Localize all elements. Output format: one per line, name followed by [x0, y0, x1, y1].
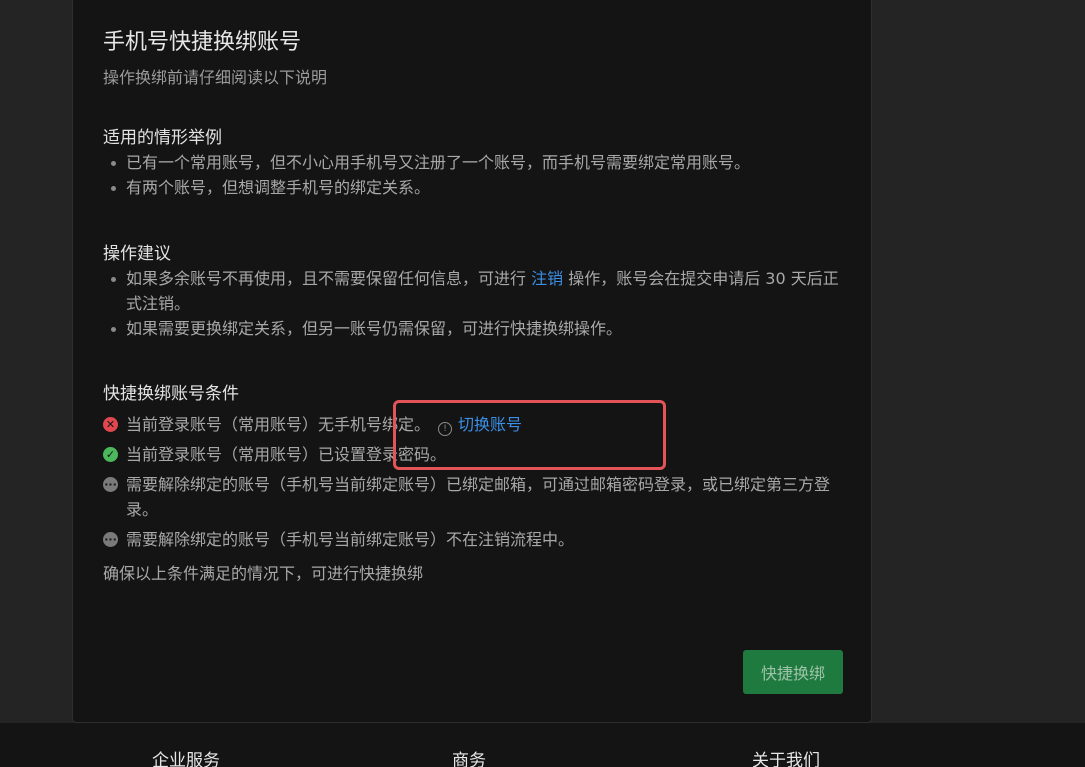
more-circle-icon: ··· [103, 532, 118, 547]
deregister-link[interactable]: 注销 [531, 269, 563, 288]
condition-text: 当前登录账号（常用账号）无手机号绑定。 [126, 415, 431, 434]
check-circle-icon: ✓ [103, 447, 118, 462]
list-item: 有两个账号，但想调整手机号的绑定关系。 [103, 175, 843, 200]
dialog-title: 手机号快捷换绑账号 [103, 30, 302, 55]
footer-link-business[interactable]: 商务 [452, 749, 486, 767]
condition-text: 当前登录账号（常用账号）已设置登录密码。 [126, 445, 447, 464]
rebind-dialog: 手机号快捷换绑账号 操作换绑前请仔细阅读以下说明 适用的情形举例 已有一个常用账… [72, 0, 872, 723]
condition-text: 需要解除绑定的账号（手机号当前绑定账号）不在注销流程中。 [126, 530, 575, 549]
condition-item: ··· 需要解除绑定的账号（手机号当前绑定账号）已绑定邮箱，可通过邮箱密码登录，… [103, 472, 843, 522]
close-circle-icon: ✕ [103, 417, 118, 432]
condition-item: ··· 需要解除绑定的账号（手机号当前绑定账号）不在注销流程中。 [103, 527, 843, 552]
cases-list: 已有一个常用账号，但不小心用手机号又注册了一个账号，而手机号需要绑定常用账号。 … [103, 150, 843, 200]
condition-item: ✓ 当前登录账号（常用账号）已设置登录密码。 [103, 442, 843, 467]
advice-text: 如果多余账号不再使用，且不需要保留任何信息，可进行 [126, 269, 532, 288]
advice-section-title: 操作建议 [103, 244, 171, 264]
list-item: 如果需要更换绑定关系，但另一账号仍需保留，可进行快捷换绑操作。 [103, 316, 843, 341]
condition-text: 需要解除绑定的账号（手机号当前绑定账号）已绑定邮箱，可通过邮箱密码登录，或已绑定… [126, 475, 831, 519]
list-item: 已有一个常用账号，但不小心用手机号又注册了一个账号，而手机号需要绑定常用账号。 [103, 150, 843, 175]
page: 手机号快捷换绑账号 操作换绑前请仔细阅读以下说明 适用的情形举例 已有一个常用账… [0, 0, 1085, 767]
site-footer: 企业服务 商务 关于我们 [0, 723, 1085, 767]
conditions-list: ✕ 当前登录账号（常用账号）无手机号绑定。! 切换账号 ✓ 当前登录账号（常用账号… [103, 412, 843, 557]
dialog-subtitle: 操作换绑前请仔细阅读以下说明 [103, 68, 328, 87]
footer-link-about[interactable]: 关于我们 [752, 749, 820, 767]
conditions-summary: 确保以上条件满足的情况下，可进行快捷换绑 [103, 564, 424, 583]
list-item: 如果多余账号不再使用，且不需要保留任何信息，可进行 注销 操作，账号会在提交申请… [103, 266, 843, 316]
info-icon: ! [438, 422, 453, 436]
advice-list: 如果多余账号不再使用，且不需要保留任何信息，可进行 注销 操作，账号会在提交申请… [103, 266, 843, 341]
footer-link-enterprise[interactable]: 企业服务 [152, 749, 220, 767]
switch-account-link[interactable]: 切换账号 [458, 415, 522, 434]
conditions-section-title: 快捷换绑账号条件 [103, 384, 239, 404]
cases-section-title: 适用的情形举例 [103, 128, 222, 148]
more-circle-icon: ··· [103, 477, 118, 492]
condition-item: ✕ 当前登录账号（常用账号）无手机号绑定。! 切换账号 [103, 412, 843, 437]
quick-rebind-button[interactable]: 快捷换绑 [743, 650, 843, 694]
